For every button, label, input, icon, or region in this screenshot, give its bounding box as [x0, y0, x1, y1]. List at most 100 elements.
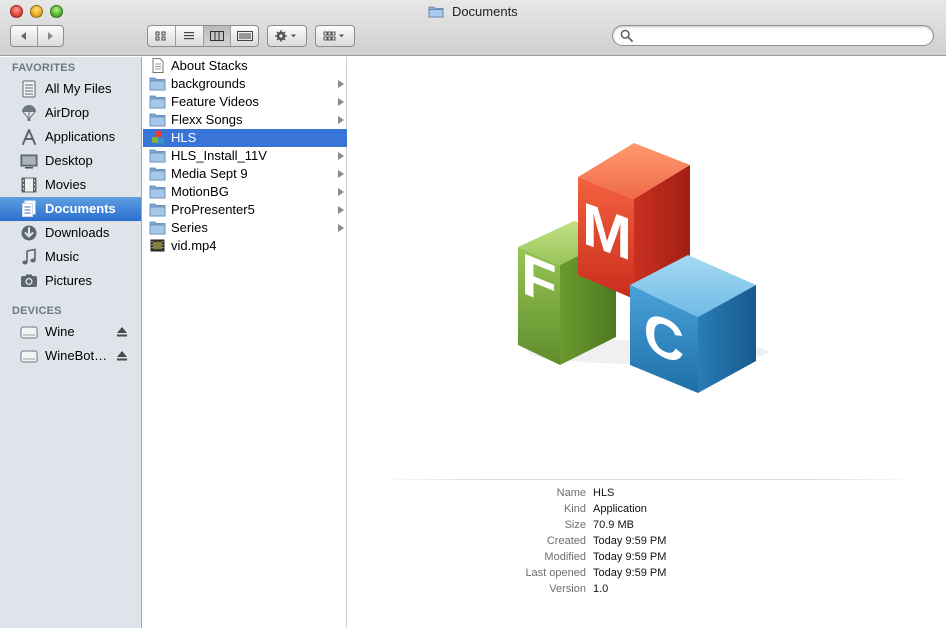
applications-icon	[22, 129, 36, 145]
view-mode-group	[147, 25, 259, 47]
info-row-size: Size 70.9 MB	[348, 519, 946, 535]
arrange-icon	[323, 31, 344, 41]
file-row[interactable]: vid.mp4	[143, 237, 347, 255]
sidebar-item-movies[interactable]: Movies	[0, 173, 141, 197]
sidebar-item-wine[interactable]: Wine	[0, 320, 141, 344]
info-row-created: Created Today 9:59 PM	[348, 535, 946, 551]
folder-icon	[149, 203, 166, 217]
app-preview-icon: M F C	[518, 143, 768, 393]
back-button[interactable]	[11, 26, 38, 46]
file-name: backgrounds	[171, 76, 246, 91]
desktop-icon	[20, 154, 38, 169]
finder-window: Documents FAVORITES All My Files AirDrop…	[0, 0, 946, 628]
folder-icon	[149, 113, 166, 127]
file-name: vid.mp4	[171, 238, 217, 253]
document-icon	[152, 58, 164, 73]
info-row-modified: Modified Today 9:59 PM	[348, 551, 946, 567]
forward-button[interactable]	[38, 26, 64, 46]
disclosure-arrow-icon	[338, 116, 344, 124]
info-row-version: Version 1.0	[348, 583, 946, 599]
file-row[interactable]: Series	[143, 219, 347, 237]
downloads-icon	[21, 225, 37, 241]
file-row[interactable]: HLS_Install_11V	[143, 147, 347, 165]
disclosure-arrow-icon	[338, 224, 344, 232]
list-view-button[interactable]	[176, 26, 204, 46]
eject-icon[interactable]	[116, 350, 128, 362]
file-name: Series	[171, 220, 208, 235]
sidebar-item-downloads[interactable]: Downloads	[0, 221, 141, 245]
info-value: Application	[593, 503, 647, 515]
arrange-menu-button[interactable]	[315, 25, 355, 47]
disclosure-arrow-icon	[338, 80, 344, 88]
eject-icon[interactable]	[116, 326, 128, 338]
file-row[interactable]: About Stacks	[143, 57, 347, 75]
sidebar-item-label: Pictures	[45, 273, 92, 288]
info-value: Today 9:59 PM	[593, 567, 667, 579]
file-name: HLS_Install_11V	[171, 148, 267, 163]
info-row-kind: Kind Application	[348, 503, 946, 519]
sidebar-item-label: Music	[45, 249, 79, 264]
window-title-text: Documents	[451, 4, 518, 19]
info-key: Size	[564, 519, 586, 531]
info-row-name: Name HLS	[348, 487, 946, 503]
file-name: Media Sept 9	[171, 166, 248, 181]
icon-view-button[interactable]	[148, 26, 176, 46]
file-name: Flexx Songs	[171, 112, 243, 127]
file-row[interactable]: Media Sept 9	[143, 165, 347, 183]
file-row[interactable]: backgrounds	[143, 75, 347, 93]
gear-icon	[275, 30, 296, 42]
sidebar-item-applications[interactable]: Applications	[0, 125, 141, 149]
sidebar-item-label: Movies	[45, 177, 87, 192]
action-menu-button[interactable]	[267, 25, 307, 47]
search-field[interactable]	[612, 25, 934, 46]
file-row[interactable]: MotionBG	[143, 183, 347, 201]
file-name: HLS	[171, 130, 197, 145]
sidebar-item-label: Wine	[45, 324, 75, 339]
sidebar-item-documents[interactable]: Documents	[0, 197, 141, 221]
navigation-group	[10, 25, 64, 47]
file-row[interactable]: HLS	[143, 129, 347, 147]
info-key: Created	[546, 535, 586, 547]
sidebar-item-music[interactable]: Music	[0, 245, 141, 269]
info-key: Last opened	[525, 567, 586, 579]
column-view-button[interactable]	[203, 26, 232, 46]
sidebar-item-label: Documents	[45, 201, 116, 216]
preview-divider	[373, 479, 921, 480]
sidebar-item-label: Desktop	[45, 153, 93, 168]
column-view-icon	[209, 31, 224, 41]
movies-icon	[21, 177, 37, 193]
sidebar-item-winebot[interactable]: WineBot…	[0, 344, 141, 368]
list-view-icon	[184, 32, 195, 40]
sidebar: FAVORITES All My Files AirDrop Applicati…	[0, 57, 142, 628]
info-key: Modified	[544, 551, 586, 563]
coverflow-view-button[interactable]	[231, 26, 258, 46]
file-name: MotionBG	[171, 184, 229, 199]
sidebar-item-label: All My Files	[45, 81, 112, 96]
back-arrow-icon	[20, 32, 26, 40]
file-row[interactable]: ProPresenter5	[143, 201, 347, 219]
sidebar-item-desktop[interactable]: Desktop	[0, 149, 141, 173]
file-row[interactable]: Flexx Songs	[143, 111, 347, 129]
sidebar-item-label: Applications	[45, 129, 116, 144]
drive-icon	[20, 326, 38, 339]
disclosure-arrow-icon	[338, 170, 344, 178]
folder-icon	[428, 6, 444, 18]
file-name: About Stacks	[171, 58, 248, 73]
file-column: About Stacks backgrounds Feature Videos	[143, 57, 347, 628]
info-row-last-opened: Last opened Today 9:59 PM	[348, 567, 946, 583]
forward-arrow-icon	[48, 32, 54, 40]
music-icon	[22, 248, 36, 265]
folder-icon	[149, 77, 166, 91]
sidebar-item-label: WineBot…	[45, 348, 108, 363]
search-input[interactable]	[637, 28, 927, 43]
chevron-down-icon	[291, 34, 296, 38]
disclosure-arrow-icon	[338, 206, 344, 214]
file-row[interactable]: Feature Videos	[143, 93, 347, 111]
sidebar-item-pictures[interactable]: Pictures	[0, 269, 141, 293]
disclosure-arrow-icon	[338, 188, 344, 196]
chevron-down-icon	[339, 34, 344, 38]
sidebar-item-all-my-files[interactable]: All My Files	[0, 77, 141, 101]
info-value: 1.0	[593, 583, 609, 595]
sidebar-item-airdrop[interactable]: AirDrop	[0, 101, 141, 125]
disclosure-arrow-icon	[338, 98, 344, 106]
